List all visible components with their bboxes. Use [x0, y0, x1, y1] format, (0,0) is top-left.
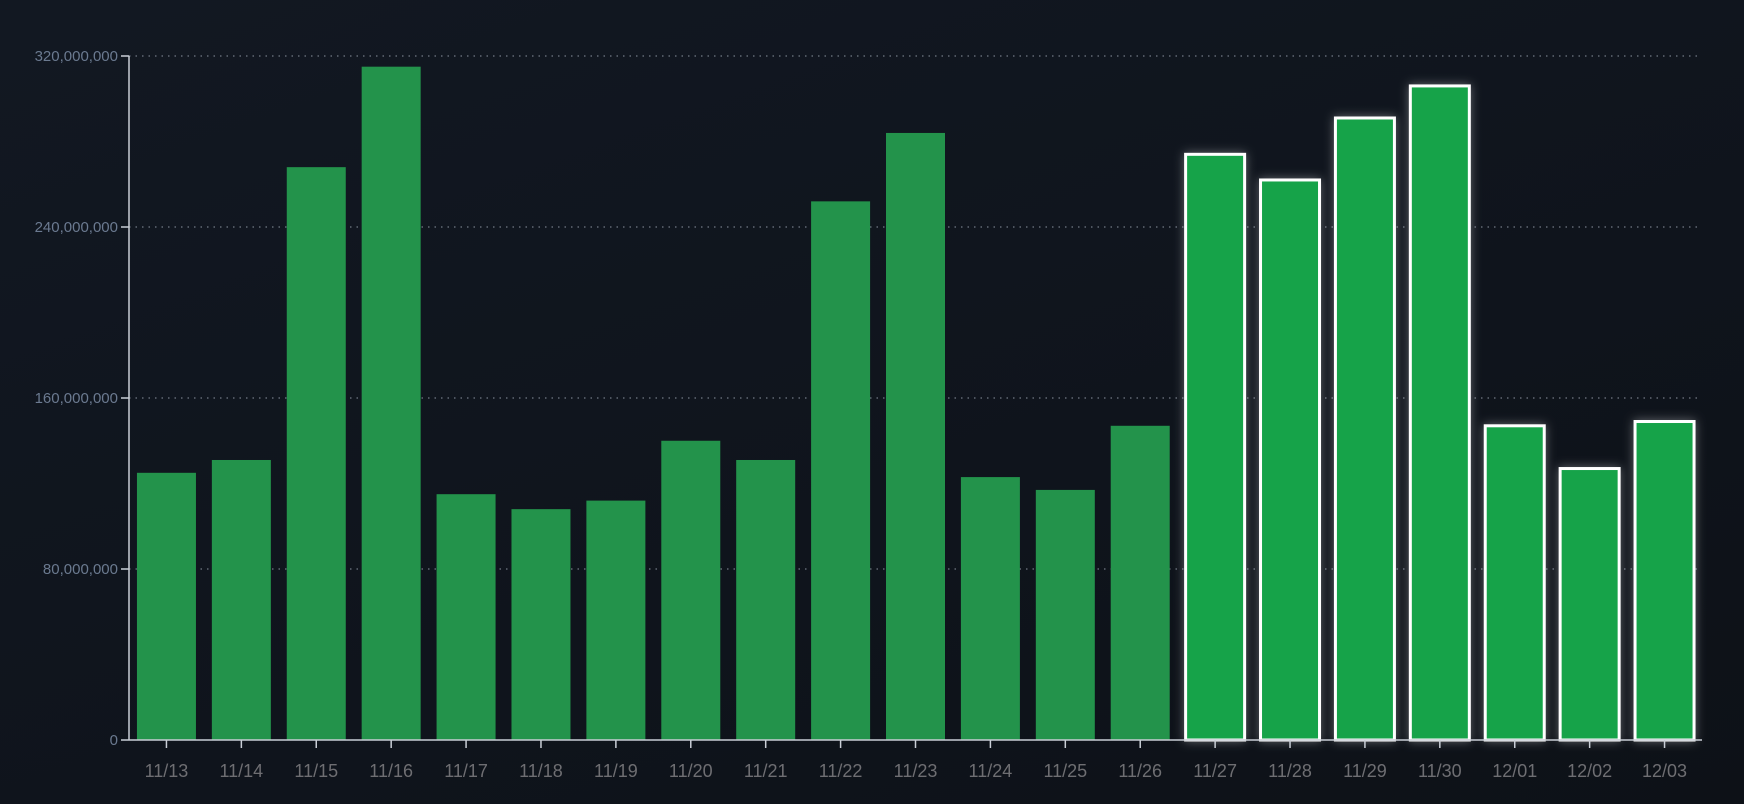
bar-11-28: [1259, 178, 1322, 742]
x-tick-label: 11/19: [594, 761, 638, 781]
x-tick-label: 11/21: [744, 761, 788, 781]
bar-11-26: [1110, 425, 1170, 740]
y-tick-label: 240,000,000: [35, 219, 118, 236]
x-tick-label: 11/26: [1118, 761, 1162, 781]
bar-12-02: [1558, 467, 1621, 742]
bar-11-22: [811, 201, 871, 741]
x-tick-label: 11/30: [1418, 761, 1462, 781]
x-tick-label: 11/14: [219, 761, 263, 781]
bar-11-29: [1333, 116, 1396, 742]
x-tick-label: 11/28: [1268, 761, 1312, 781]
bar-11-20: [661, 440, 721, 740]
bar-11-18: [511, 509, 571, 740]
bar-chart: 0 80,000,000 160,000,000 240,000,000 320,000…: [35, 48, 1702, 781]
bar-11-27: [1184, 152, 1247, 742]
x-tick-label: 12/02: [1567, 761, 1612, 781]
bars: [136, 66, 1696, 742]
y-tick-label: 320,000,000: [35, 48, 118, 65]
x-tick-label: 11/27: [1193, 761, 1237, 781]
x-tick-label: 11/15: [294, 761, 338, 781]
bar-11-16: [361, 66, 421, 740]
x-tick-label: 11/16: [369, 761, 413, 781]
x-tick-label: 11/18: [519, 761, 563, 781]
y-tick-label: 0: [110, 732, 118, 749]
bar-11-14: [211, 459, 271, 740]
x-tick-label: 11/24: [969, 761, 1013, 781]
y-tick-label: 80,000,000: [43, 561, 118, 578]
x-tick-label: 12/01: [1492, 761, 1537, 781]
bar-11-21: [736, 459, 796, 740]
bar-11-25: [1035, 489, 1095, 740]
bar-11-13: [136, 472, 196, 740]
x-tick-label: 11/20: [669, 761, 713, 781]
x-tick-label: 11/25: [1043, 761, 1087, 781]
x-tick-label: 11/13: [145, 761, 189, 781]
bar-12-01: [1483, 424, 1546, 742]
bar-11-23: [886, 132, 945, 740]
bar-11-30: [1408, 84, 1471, 742]
x-tick-label: 11/29: [1343, 761, 1387, 781]
bar-12-03: [1633, 420, 1696, 742]
x-tick-label: 11/17: [444, 761, 488, 781]
x-tick-label: 12/03: [1642, 761, 1687, 781]
bar-11-15: [286, 167, 346, 740]
bar-11-17: [436, 494, 496, 740]
x-tick-label: 11/22: [819, 761, 863, 781]
bar-11-24: [960, 477, 1020, 740]
x-tick-label: 11/23: [894, 761, 938, 781]
y-tick-label: 160,000,000: [35, 390, 118, 407]
bar-11-19: [586, 500, 646, 740]
